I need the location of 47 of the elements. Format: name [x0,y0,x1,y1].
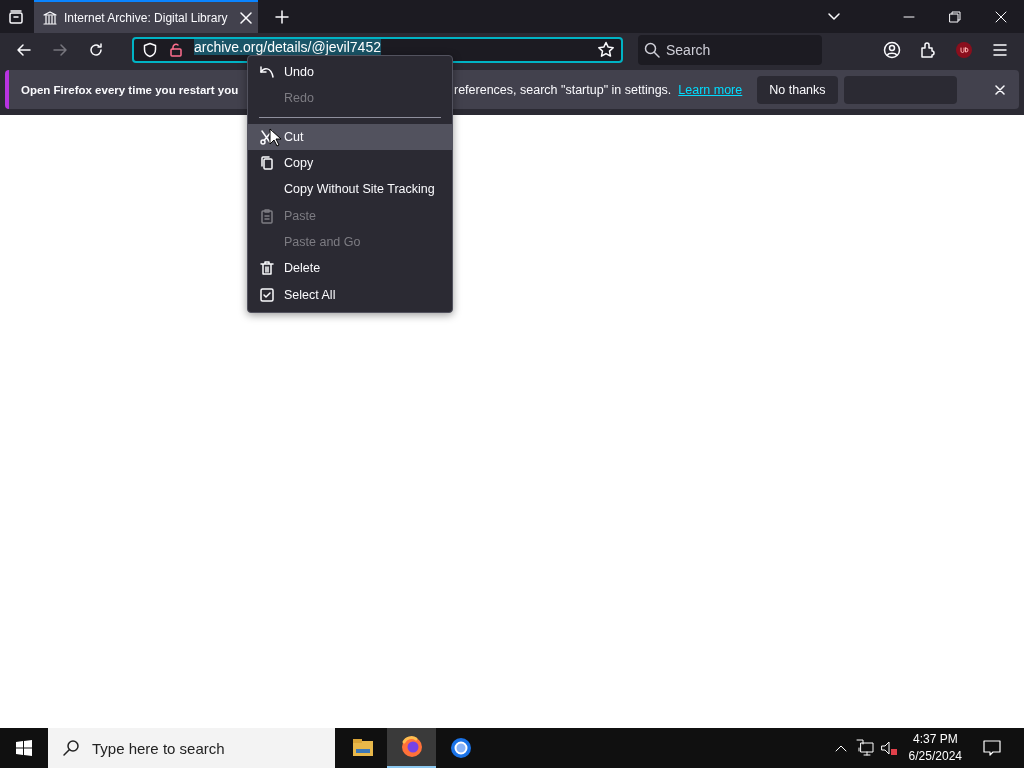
cursor-icon [269,128,281,147]
menu-item[interactable]: Copy Without Site Tracking [248,176,452,203]
menu-item[interactable]: Cut [248,123,452,150]
menu-icon[interactable] [992,42,1008,58]
plus-icon[interactable] [275,9,289,24]
forward-arrow-icon[interactable] [52,42,68,58]
circle-ring-icon [448,736,473,760]
back-arrow-icon[interactable] [16,42,32,58]
taskbar-app[interactable] [387,728,436,768]
star-icon[interactable] [597,41,615,59]
clipboard-icon [259,207,275,224]
close-icon[interactable] [995,10,1007,23]
tab-title: Internet Archive: Digital Library [64,10,229,25]
reload-icon[interactable] [88,42,104,58]
columns-icon [42,9,58,26]
menu-item[interactable]: Delete [248,255,452,282]
copy-icon [259,155,275,172]
menu-item[interactable]: Copy [248,149,452,177]
checkbox-icon [259,286,275,303]
url-text: archive.org/details/@jevil7452 [194,40,382,54]
puzzle-piece-icon[interactable] [919,41,937,59]
trash-icon [259,260,275,277]
monitor-icon[interactable] [855,739,874,757]
clock-date[interactable]: 6/25/2024 [908,748,962,765]
close-icon[interactable] [995,84,1005,95]
notification-text: Open Firefox every time you restart you [21,83,240,96]
menu-item[interactable]: Select All [248,281,452,308]
muted-speaker-icon[interactable] [879,739,898,757]
search-icon [644,42,660,58]
notification-icon[interactable] [982,738,1002,758]
notification-text: references, search "startup" in settings. [454,82,672,97]
clock-time[interactable]: 4:37 PM [912,731,958,748]
account-icon[interactable] [883,41,901,59]
undo-icon [259,64,275,81]
close-icon[interactable] [240,11,252,24]
windows-logo-icon[interactable] [15,739,33,757]
no-thanks-button[interactable]: No thanks [757,75,838,104]
search-placeholder: Type here to search [92,739,225,757]
search-icon [62,739,80,757]
search-field[interactable]: Search [638,35,822,65]
browser-tab[interactable]: Internet Archive: Digital Library [34,0,258,33]
learn-more-link[interactable]: Learn more [678,82,743,97]
shield-icon [142,42,158,58]
tab-list-icon[interactable] [8,8,24,25]
taskbar-search-field[interactable]: Type here to search [48,728,335,768]
shield-badge-icon[interactable] [955,41,973,59]
search-placeholder: Search [666,42,711,58]
